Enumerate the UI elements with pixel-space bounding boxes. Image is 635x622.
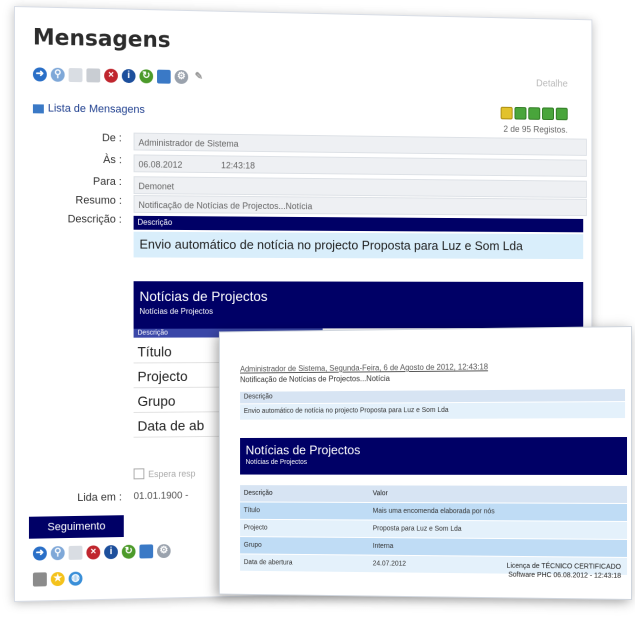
- preview-desc-header: Descrição: [133, 215, 584, 233]
- record-count: 2 de 95 Registos.: [503, 124, 568, 135]
- email-subject: Notificação de Notícias de Projectos...N…: [240, 374, 390, 385]
- top-toolbar: ➜ ⚲ × i ↻ ⚙ ✎: [32, 67, 206, 85]
- table-cell: Título: [240, 501, 369, 521]
- delete-icon[interactable]: ×: [86, 545, 101, 560]
- document-icon[interactable]: [68, 68, 83, 83]
- preview-section-header: Notícias de Projectos Notícias de Projec…: [133, 281, 584, 329]
- preview-section-title: Notícias de Projectos: [139, 288, 268, 304]
- page-title: Mensagens: [32, 25, 171, 54]
- await-reply-checkbox[interactable]: Espera resp: [133, 468, 196, 480]
- first-record-button[interactable]: [500, 106, 513, 120]
- search-icon[interactable]: ⚲: [50, 67, 65, 82]
- read-at-label: Lida em :: [77, 491, 122, 505]
- next-record-button[interactable]: [528, 107, 541, 120]
- table-cell: Mais uma encomenda elaborada por nós: [368, 502, 628, 522]
- table-cell: Proposta para Luz e Som Lda: [368, 520, 628, 540]
- checkbox-box[interactable]: [133, 468, 145, 480]
- globe-icon[interactable]: ◍: [68, 571, 83, 586]
- tools-icon[interactable]: ⚙: [174, 69, 189, 85]
- from-label: De :: [101, 132, 122, 145]
- table-cell: Data de abertura: [240, 553, 369, 573]
- preview-section-subtitle: Notícias de Projectos: [139, 306, 213, 316]
- email-section-subtitle: Notícias de Projectos: [245, 459, 308, 466]
- record-pager: [500, 106, 568, 121]
- table-header-description: Descrição: [240, 485, 369, 503]
- last-record-button[interactable]: [542, 107, 554, 121]
- license-line-2: Software PHC 06.08.2012 - 12:43:18: [508, 571, 622, 580]
- search-icon[interactable]: ⚲: [50, 546, 65, 561]
- bottom-toolbar-2: ★ ◍: [32, 571, 83, 587]
- datetime-field[interactable]: 06.08.2012 12:43:18: [133, 154, 587, 177]
- info-icon[interactable]: i: [104, 545, 118, 560]
- table-header-row: Descrição Valor: [240, 485, 628, 504]
- document-icon[interactable]: [68, 545, 83, 560]
- summary-field[interactable]: Notificação de Notícias de Projectos...N…: [133, 195, 587, 217]
- table-cell: Grupo: [240, 536, 369, 556]
- pen-icon[interactable]: ✎: [192, 70, 206, 85]
- grid-icon[interactable]: [139, 544, 154, 559]
- preview-desc-text: Envio automático de notícia no projecto …: [133, 231, 584, 260]
- table-cell: Projecto: [240, 519, 369, 538]
- email-desc-text: Envio automático de notícia no projecto …: [240, 402, 626, 420]
- reflection-fade: [0, 602, 635, 622]
- email-section-header: Notícias de Projectos Notícias de Projec…: [240, 437, 628, 475]
- help-link[interactable]: Detalhe: [536, 79, 568, 90]
- message-list-label: Lista de Mensagens: [47, 102, 145, 116]
- star-icon[interactable]: ★: [50, 571, 65, 587]
- copy-icon[interactable]: [86, 68, 101, 83]
- to-label: Para :: [92, 175, 122, 188]
- previous-record-button[interactable]: [514, 106, 527, 120]
- read-at-value[interactable]: 01.01.1900 -: [134, 490, 189, 502]
- monitor-icon: [32, 103, 44, 113]
- time-label: Às :: [103, 154, 122, 167]
- date-value: 06.08.2012: [138, 159, 183, 170]
- email-desc-header: Descrição: [240, 389, 626, 404]
- email-preview-window: Administrador de Sistema, Segunda-Feira,…: [218, 326, 632, 600]
- await-reply-label: Espera resp: [148, 468, 196, 479]
- info-icon[interactable]: i: [121, 68, 136, 84]
- new-record-button[interactable]: [555, 107, 568, 121]
- message-list-link[interactable]: Lista de Mensagens: [32, 102, 145, 116]
- from-field[interactable]: Administrador de Sistema: [133, 132, 587, 156]
- arrow-icon[interactable]: ➜: [32, 67, 47, 82]
- license-info: Licença de TÉCNICO CERTIFICADO Software …: [507, 562, 621, 581]
- refresh-icon[interactable]: ↻: [139, 69, 154, 84]
- table-row: Título Mais uma encomenda elaborada por …: [240, 501, 628, 522]
- delete-icon[interactable]: ×: [104, 68, 118, 83]
- description-label: Descrição :: [67, 213, 122, 226]
- summary-label: Resumo :: [75, 194, 122, 207]
- mail-icon[interactable]: [32, 572, 47, 587]
- refresh-icon[interactable]: ↻: [121, 544, 136, 559]
- tools-icon[interactable]: ⚙: [157, 544, 171, 559]
- bottom-toolbar: ➜ ⚲ × i ↻ ⚙: [32, 544, 171, 561]
- follow-up-button[interactable]: Seguimento: [28, 515, 124, 539]
- email-header: Administrador de Sistema, Segunda-Feira,…: [240, 362, 488, 374]
- table-header-value: Valor: [368, 485, 628, 504]
- time-value: 12:43:18: [221, 160, 255, 171]
- grid-icon[interactable]: [157, 69, 171, 84]
- email-section-title: Notícias de Projectos: [245, 442, 361, 458]
- arrow-icon[interactable]: ➜: [32, 546, 47, 561]
